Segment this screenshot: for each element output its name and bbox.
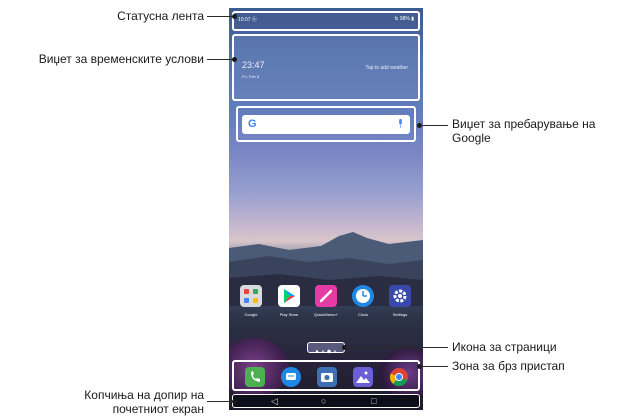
home-button[interactable]: ○ [321, 396, 326, 406]
callout-google-line1: Виџет за пребарување на [452, 117, 596, 131]
callout-line [207, 401, 235, 402]
gallery-icon[interactable] [353, 367, 373, 387]
status-bar: 10:07 ⓑ ⇅ 98% ▮ [232, 11, 420, 31]
callout-weather-widget: Виџет за временските услови [38, 52, 204, 66]
callout-google-line2: Google [452, 131, 491, 145]
camera-icon[interactable] [317, 367, 337, 387]
app-label: Clock [357, 312, 368, 317]
page-indicator[interactable] [307, 342, 345, 354]
app-label: Settings [392, 312, 408, 317]
callout-line [207, 16, 235, 17]
callout-home-line1: Копчиња на допир на [84, 388, 204, 402]
gear-icon [389, 285, 411, 307]
app-settings[interactable]: Settings [385, 285, 415, 317]
status-time: 10:07 ⓑ [238, 17, 257, 23]
weather-time: 23:47 [242, 60, 265, 70]
recents-button[interactable]: □ [371, 396, 376, 406]
pencil-icon [315, 285, 337, 307]
callout-dot [232, 57, 237, 62]
page-dots-icon [315, 349, 337, 354]
tap-to-add-weather[interactable]: Tap to add weather [365, 65, 408, 71]
callout-quick-access: Зона за брз пристап [452, 359, 565, 373]
callout-line [345, 347, 448, 348]
app-label: QuickMemo+ [314, 312, 338, 317]
callout-line [420, 125, 448, 126]
app-label: Play Store [279, 312, 299, 317]
clock-icon [352, 285, 374, 307]
google-g-icon: G [248, 118, 257, 130]
app-clock[interactable]: Clock [348, 285, 378, 317]
app-quickmemo[interactable]: QuickMemo+ [311, 285, 341, 317]
callout-home-line2: почетниот екран [112, 402, 204, 416]
home-touch-buttons: ◁ ○ □ [232, 394, 420, 408]
callout-dot [232, 14, 237, 19]
weather-date: Fri, Feb 8 [242, 74, 260, 79]
app-google[interactable]: Google [236, 285, 266, 317]
callout-home-touch-buttons: Копчиња на допир на почетниот екран [30, 388, 204, 416]
app-label: Google [244, 312, 258, 317]
callout-line [420, 366, 448, 367]
app-icons-row: Google Play Store QuickMemo+ Clock Setti… [234, 285, 418, 345]
back-button[interactable]: ◁ [271, 396, 278, 407]
messages-icon[interactable] [281, 367, 301, 387]
google-search-widget[interactable]: G [236, 106, 416, 142]
callout-dot [232, 399, 237, 404]
weather-widget[interactable]: 23:47 Fri, Feb 8 Tap to add weather [232, 34, 420, 101]
callout-line [207, 59, 235, 60]
status-indicators: ⇅ 98% ▮ [394, 16, 414, 22]
phone-icon[interactable] [245, 367, 265, 387]
mic-icon[interactable] [398, 119, 403, 128]
callout-page-icon: Икона за страници [452, 340, 557, 354]
callout-status-bar: Статусна лента [117, 9, 204, 23]
phone-screen: 10:07 ⓑ ⇅ 98% ▮ 23:47 Fri, Feb 8 Tap to … [229, 8, 423, 410]
callout-google-search-widget: Виџет за пребарување на Google [452, 117, 595, 145]
chrome-icon[interactable] [389, 367, 409, 387]
search-bar[interactable]: G [242, 115, 410, 134]
app-play-store[interactable]: Play Store [274, 285, 304, 317]
play-store-icon [278, 285, 300, 307]
folder-icon [240, 285, 262, 307]
quick-access-area [232, 360, 420, 391]
